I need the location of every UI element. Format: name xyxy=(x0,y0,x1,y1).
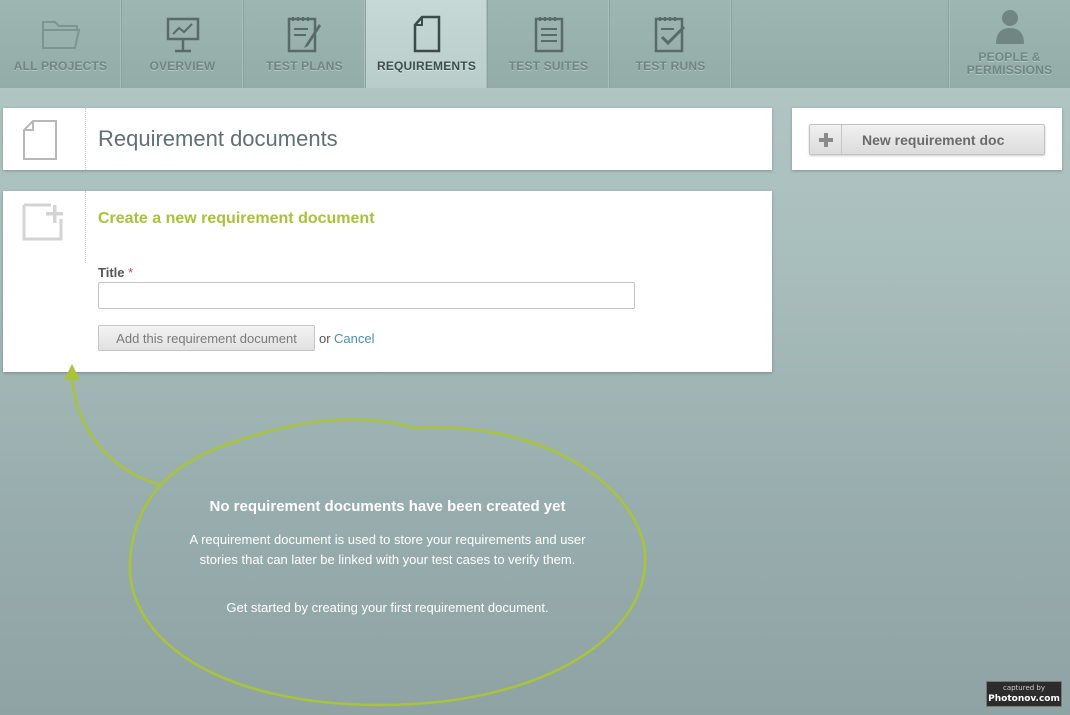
nav-label-line1: PEOPLE & xyxy=(978,50,1041,64)
document-icon xyxy=(405,12,449,56)
nav-test-runs[interactable]: TEST RUNS xyxy=(610,0,732,88)
actions-panel: New requirement doc xyxy=(792,108,1062,170)
plus-icon xyxy=(810,125,842,154)
nav-label: TEST RUNS xyxy=(635,59,706,73)
notepad-check-icon xyxy=(649,12,693,56)
notepad-pen-icon xyxy=(283,12,327,56)
empty-state-description: A requirement document is used to store … xyxy=(189,532,586,567)
page-title: Requirement documents xyxy=(98,126,338,151)
title-input[interactable] xyxy=(98,282,635,309)
callout-arrow-curve xyxy=(70,374,161,487)
presentation-board-icon xyxy=(161,12,205,56)
new-requirement-doc-button[interactable]: New requirement doc xyxy=(809,124,1045,155)
panel-divider xyxy=(85,191,86,263)
folder-icon xyxy=(39,12,83,56)
required-marker: * xyxy=(128,265,134,280)
notepad-lines-icon xyxy=(527,12,571,56)
or-text: or xyxy=(319,331,331,346)
nav-label-line2: PERMISSIONS xyxy=(966,63,1053,77)
document-icon xyxy=(3,108,83,170)
nav-label: OVERVIEW xyxy=(149,59,216,73)
nav-label: PEOPLE & PERMISSIONS xyxy=(949,51,1070,77)
nav-label: TEST PLANS xyxy=(266,59,343,73)
empty-state-cta: Get started by creating your first requi… xyxy=(226,600,549,615)
page-header-panel: Requirement documents xyxy=(3,108,772,170)
add-requirement-document-button[interactable]: Add this requirement document xyxy=(98,325,315,351)
nav-label: ALL PROJECTS xyxy=(13,59,108,73)
nav-people-permissions[interactable]: PEOPLE & PERMISSIONS xyxy=(948,0,1070,88)
empty-state-title: No requirement documents have been creat… xyxy=(209,498,566,515)
new-requirement-doc-label: New requirement doc xyxy=(862,132,1005,148)
new-document-icon xyxy=(3,191,83,372)
nav-all-projects[interactable]: ALL PROJECTS xyxy=(0,0,122,88)
cancel-link[interactable]: Cancel xyxy=(334,331,374,346)
watermark-line2: Photonov.com xyxy=(988,694,1060,704)
panel-divider xyxy=(85,108,86,170)
nav-label: TEST SUITES xyxy=(508,59,589,73)
nav-label: REQUIREMENTS xyxy=(376,59,477,73)
nav-requirements[interactable]: REQUIREMENTS xyxy=(366,0,488,88)
form-heading: Create a new requirement document xyxy=(98,210,375,227)
title-label: Title * xyxy=(98,265,133,280)
watermark-line1: captured by xyxy=(1002,684,1046,692)
capture-watermark: captured by Photonov.com xyxy=(986,681,1062,707)
title-label-text: Title xyxy=(98,265,125,280)
nav-overview[interactable]: OVERVIEW xyxy=(122,0,244,88)
person-icon xyxy=(988,8,1032,44)
nav-test-plans[interactable]: TEST PLANS xyxy=(244,0,366,88)
nav-test-suites[interactable]: TEST SUITES xyxy=(488,0,610,88)
top-navigation: ALL PROJECTS OVERVIEW TEST PLANS REQUIRE… xyxy=(0,0,1070,88)
create-requirement-form: Create a new requirement document Title … xyxy=(3,191,772,372)
